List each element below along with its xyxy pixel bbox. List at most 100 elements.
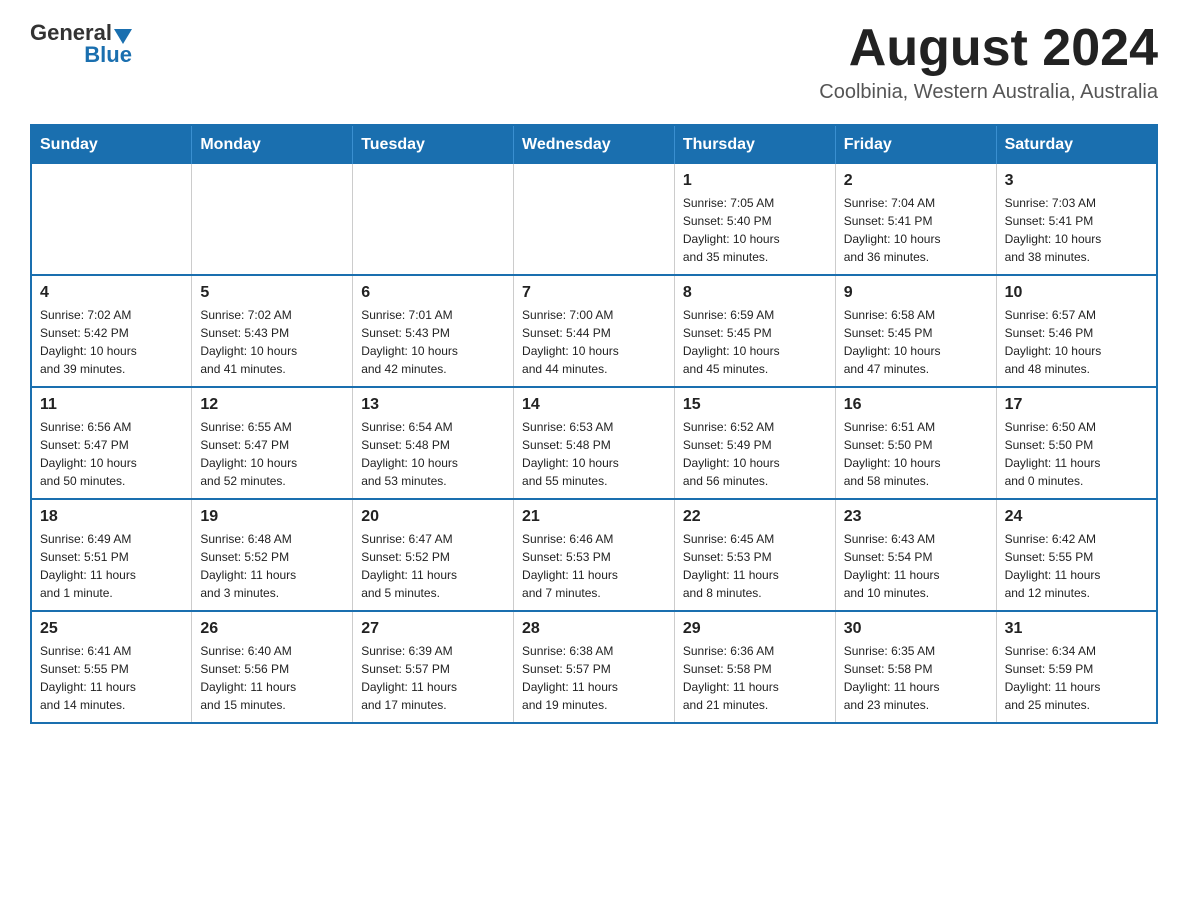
- calendar-cell: 5 Sunrise: 7:02 AM Sunset: 5:43 PM Daylig…: [192, 275, 353, 387]
- day-info: Sunrise: 6:59 AM Sunset: 5:45 PM Dayligh…: [683, 306, 827, 378]
- weekday-header-tuesday: Tuesday: [353, 125, 514, 164]
- calendar-cell: [353, 164, 514, 275]
- day-number: 15: [683, 396, 827, 414]
- day-number: 14: [522, 396, 666, 414]
- day-info: Sunrise: 6:38 AM Sunset: 5:57 PM Dayligh…: [522, 642, 666, 714]
- weekday-header-saturday: Saturday: [996, 125, 1157, 164]
- calendar-cell: 23Sunrise: 6:43 AM Sunset: 5:54 PM Dayli…: [835, 499, 996, 611]
- day-number: 29: [683, 620, 827, 638]
- day-info: Sunrise: 7:00 AM Sunset: 5:44 PM Dayligh…: [522, 306, 666, 378]
- calendar-cell: [514, 164, 675, 275]
- day-info: Sunrise: 6:34 AM Sunset: 5:59 PM Dayligh…: [1005, 642, 1148, 714]
- day-number: 4: [40, 284, 183, 302]
- day-info: Sunrise: 6:54 AM Sunset: 5:48 PM Dayligh…: [361, 418, 505, 490]
- day-info: Sunrise: 6:48 AM Sunset: 5:52 PM Dayligh…: [200, 530, 344, 602]
- calendar-cell: 10 Sunrise: 6:57 AM Sunset: 5:46 PM Dayli…: [996, 275, 1157, 387]
- calendar-cell: 9 Sunrise: 6:58 AM Sunset: 5:45 PM Daylig…: [835, 275, 996, 387]
- calendar-cell: 16 Sunrise: 6:51 AM Sunset: 5:50 PM Dayli…: [835, 387, 996, 499]
- weekday-header-monday: Monday: [192, 125, 353, 164]
- weekday-header-friday: Friday: [835, 125, 996, 164]
- day-number: 26: [200, 620, 344, 638]
- calendar-week-row: 11 Sunrise: 6:56 AM Sunset: 5:47 PM Dayli…: [31, 387, 1157, 499]
- day-info: Sunrise: 6:49 AM Sunset: 5:51 PM Dayligh…: [40, 530, 183, 602]
- day-number: 19: [200, 508, 344, 526]
- calendar-cell: 28 Sunrise: 6:38 AM Sunset: 5:57 PM Dayli…: [514, 611, 675, 723]
- weekday-header-sunday: Sunday: [31, 125, 192, 164]
- day-number: 12: [200, 396, 344, 414]
- calendar-cell: 6Sunrise: 7:01 AM Sunset: 5:43 PM Daylig…: [353, 275, 514, 387]
- calendar-cell: 3Sunrise: 7:03 AM Sunset: 5:41 PM Daylig…: [996, 164, 1157, 275]
- calendar-header-row: SundayMondayTuesdayWednesdayThursdayFrid…: [31, 125, 1157, 164]
- day-number: 28: [522, 620, 666, 638]
- day-number: 20: [361, 508, 505, 526]
- day-info: Sunrise: 6:46 AM Sunset: 5:53 PM Dayligh…: [522, 530, 666, 602]
- day-info: Sunrise: 6:36 AM Sunset: 5:58 PM Dayligh…: [683, 642, 827, 714]
- day-number: 18: [40, 508, 183, 526]
- weekday-header-wednesday: Wednesday: [514, 125, 675, 164]
- day-info: Sunrise: 6:57 AM Sunset: 5:46 PM Dayligh…: [1005, 306, 1148, 378]
- calendar-cell: 4 Sunrise: 7:02 AM Sunset: 5:42 PM Daylig…: [31, 275, 192, 387]
- day-number: 27: [361, 620, 505, 638]
- day-info: Sunrise: 6:55 AM Sunset: 5:47 PM Dayligh…: [200, 418, 344, 490]
- weekday-header-thursday: Thursday: [674, 125, 835, 164]
- day-info: Sunrise: 6:39 AM Sunset: 5:57 PM Dayligh…: [361, 642, 505, 714]
- page-header: General Blue August 2024 Coolbinia, West…: [30, 20, 1158, 104]
- calendar-cell: 13 Sunrise: 6:54 AM Sunset: 5:48 PM Dayli…: [353, 387, 514, 499]
- day-info: Sunrise: 6:50 AM Sunset: 5:50 PM Dayligh…: [1005, 418, 1148, 490]
- day-info: Sunrise: 6:45 AM Sunset: 5:53 PM Dayligh…: [683, 530, 827, 602]
- month-title: August 2024: [819, 20, 1158, 77]
- calendar-week-row: 25Sunrise: 6:41 AM Sunset: 5:55 PM Dayli…: [31, 611, 1157, 723]
- day-info: Sunrise: 7:03 AM Sunset: 5:41 PM Dayligh…: [1005, 194, 1148, 266]
- day-number: 30: [844, 620, 988, 638]
- day-info: Sunrise: 6:40 AM Sunset: 5:56 PM Dayligh…: [200, 642, 344, 714]
- day-info: Sunrise: 6:56 AM Sunset: 5:47 PM Dayligh…: [40, 418, 183, 490]
- calendar-table: SundayMondayTuesdayWednesdayThursdayFrid…: [30, 124, 1158, 724]
- day-info: Sunrise: 6:58 AM Sunset: 5:45 PM Dayligh…: [844, 306, 988, 378]
- day-number: 8: [683, 284, 827, 302]
- day-number: 7: [522, 284, 666, 302]
- day-number: 31: [1005, 620, 1148, 638]
- calendar-cell: [31, 164, 192, 275]
- calendar-cell: 19 Sunrise: 6:48 AM Sunset: 5:52 PM Dayli…: [192, 499, 353, 611]
- day-number: 11: [40, 396, 183, 414]
- logo-blue-text: Blue: [84, 42, 132, 68]
- day-info: Sunrise: 7:04 AM Sunset: 5:41 PM Dayligh…: [844, 194, 988, 266]
- calendar-cell: 27 Sunrise: 6:39 AM Sunset: 5:57 PM Dayli…: [353, 611, 514, 723]
- day-number: 24: [1005, 508, 1148, 526]
- calendar-cell: 22 Sunrise: 6:45 AM Sunset: 5:53 PM Dayli…: [674, 499, 835, 611]
- calendar-cell: 31 Sunrise: 6:34 AM Sunset: 5:59 PM Dayli…: [996, 611, 1157, 723]
- calendar-cell: 21Sunrise: 6:46 AM Sunset: 5:53 PM Dayli…: [514, 499, 675, 611]
- day-info: Sunrise: 6:43 AM Sunset: 5:54 PM Dayligh…: [844, 530, 988, 602]
- day-info: Sunrise: 7:05 AM Sunset: 5:40 PM Dayligh…: [683, 194, 827, 266]
- calendar-week-row: 1 Sunrise: 7:05 AM Sunset: 5:40 PM Daylig…: [31, 164, 1157, 275]
- calendar-cell: 14Sunrise: 6:53 AM Sunset: 5:48 PM Dayli…: [514, 387, 675, 499]
- day-info: Sunrise: 6:51 AM Sunset: 5:50 PM Dayligh…: [844, 418, 988, 490]
- day-number: 2: [844, 172, 988, 190]
- calendar-cell: 25Sunrise: 6:41 AM Sunset: 5:55 PM Dayli…: [31, 611, 192, 723]
- day-number: 22: [683, 508, 827, 526]
- calendar-cell: 8 Sunrise: 6:59 AM Sunset: 5:45 PM Daylig…: [674, 275, 835, 387]
- calendar-cell: 20 Sunrise: 6:47 AM Sunset: 5:52 PM Dayli…: [353, 499, 514, 611]
- day-number: 1: [683, 172, 827, 190]
- title-block: August 2024 Coolbinia, Western Australia…: [819, 20, 1158, 104]
- day-info: Sunrise: 6:47 AM Sunset: 5:52 PM Dayligh…: [361, 530, 505, 602]
- calendar-cell: 2 Sunrise: 7:04 AM Sunset: 5:41 PM Daylig…: [835, 164, 996, 275]
- calendar-cell: 26 Sunrise: 6:40 AM Sunset: 5:56 PM Dayli…: [192, 611, 353, 723]
- calendar-cell: 29 Sunrise: 6:36 AM Sunset: 5:58 PM Dayli…: [674, 611, 835, 723]
- day-number: 13: [361, 396, 505, 414]
- day-number: 5: [200, 284, 344, 302]
- calendar-cell: [192, 164, 353, 275]
- day-info: Sunrise: 6:52 AM Sunset: 5:49 PM Dayligh…: [683, 418, 827, 490]
- day-number: 10: [1005, 284, 1148, 302]
- logo: General Blue: [30, 20, 132, 68]
- day-info: Sunrise: 7:02 AM Sunset: 5:42 PM Dayligh…: [40, 306, 183, 378]
- day-number: 16: [844, 396, 988, 414]
- day-number: 9: [844, 284, 988, 302]
- calendar-week-row: 4 Sunrise: 7:02 AM Sunset: 5:42 PM Daylig…: [31, 275, 1157, 387]
- calendar-cell: 30 Sunrise: 6:35 AM Sunset: 5:58 PM Dayli…: [835, 611, 996, 723]
- day-info: Sunrise: 7:02 AM Sunset: 5:43 PM Dayligh…: [200, 306, 344, 378]
- calendar-cell: 1 Sunrise: 7:05 AM Sunset: 5:40 PM Daylig…: [674, 164, 835, 275]
- day-number: 17: [1005, 396, 1148, 414]
- day-info: Sunrise: 6:35 AM Sunset: 5:58 PM Dayligh…: [844, 642, 988, 714]
- calendar-cell: 7 Sunrise: 7:00 AM Sunset: 5:44 PM Daylig…: [514, 275, 675, 387]
